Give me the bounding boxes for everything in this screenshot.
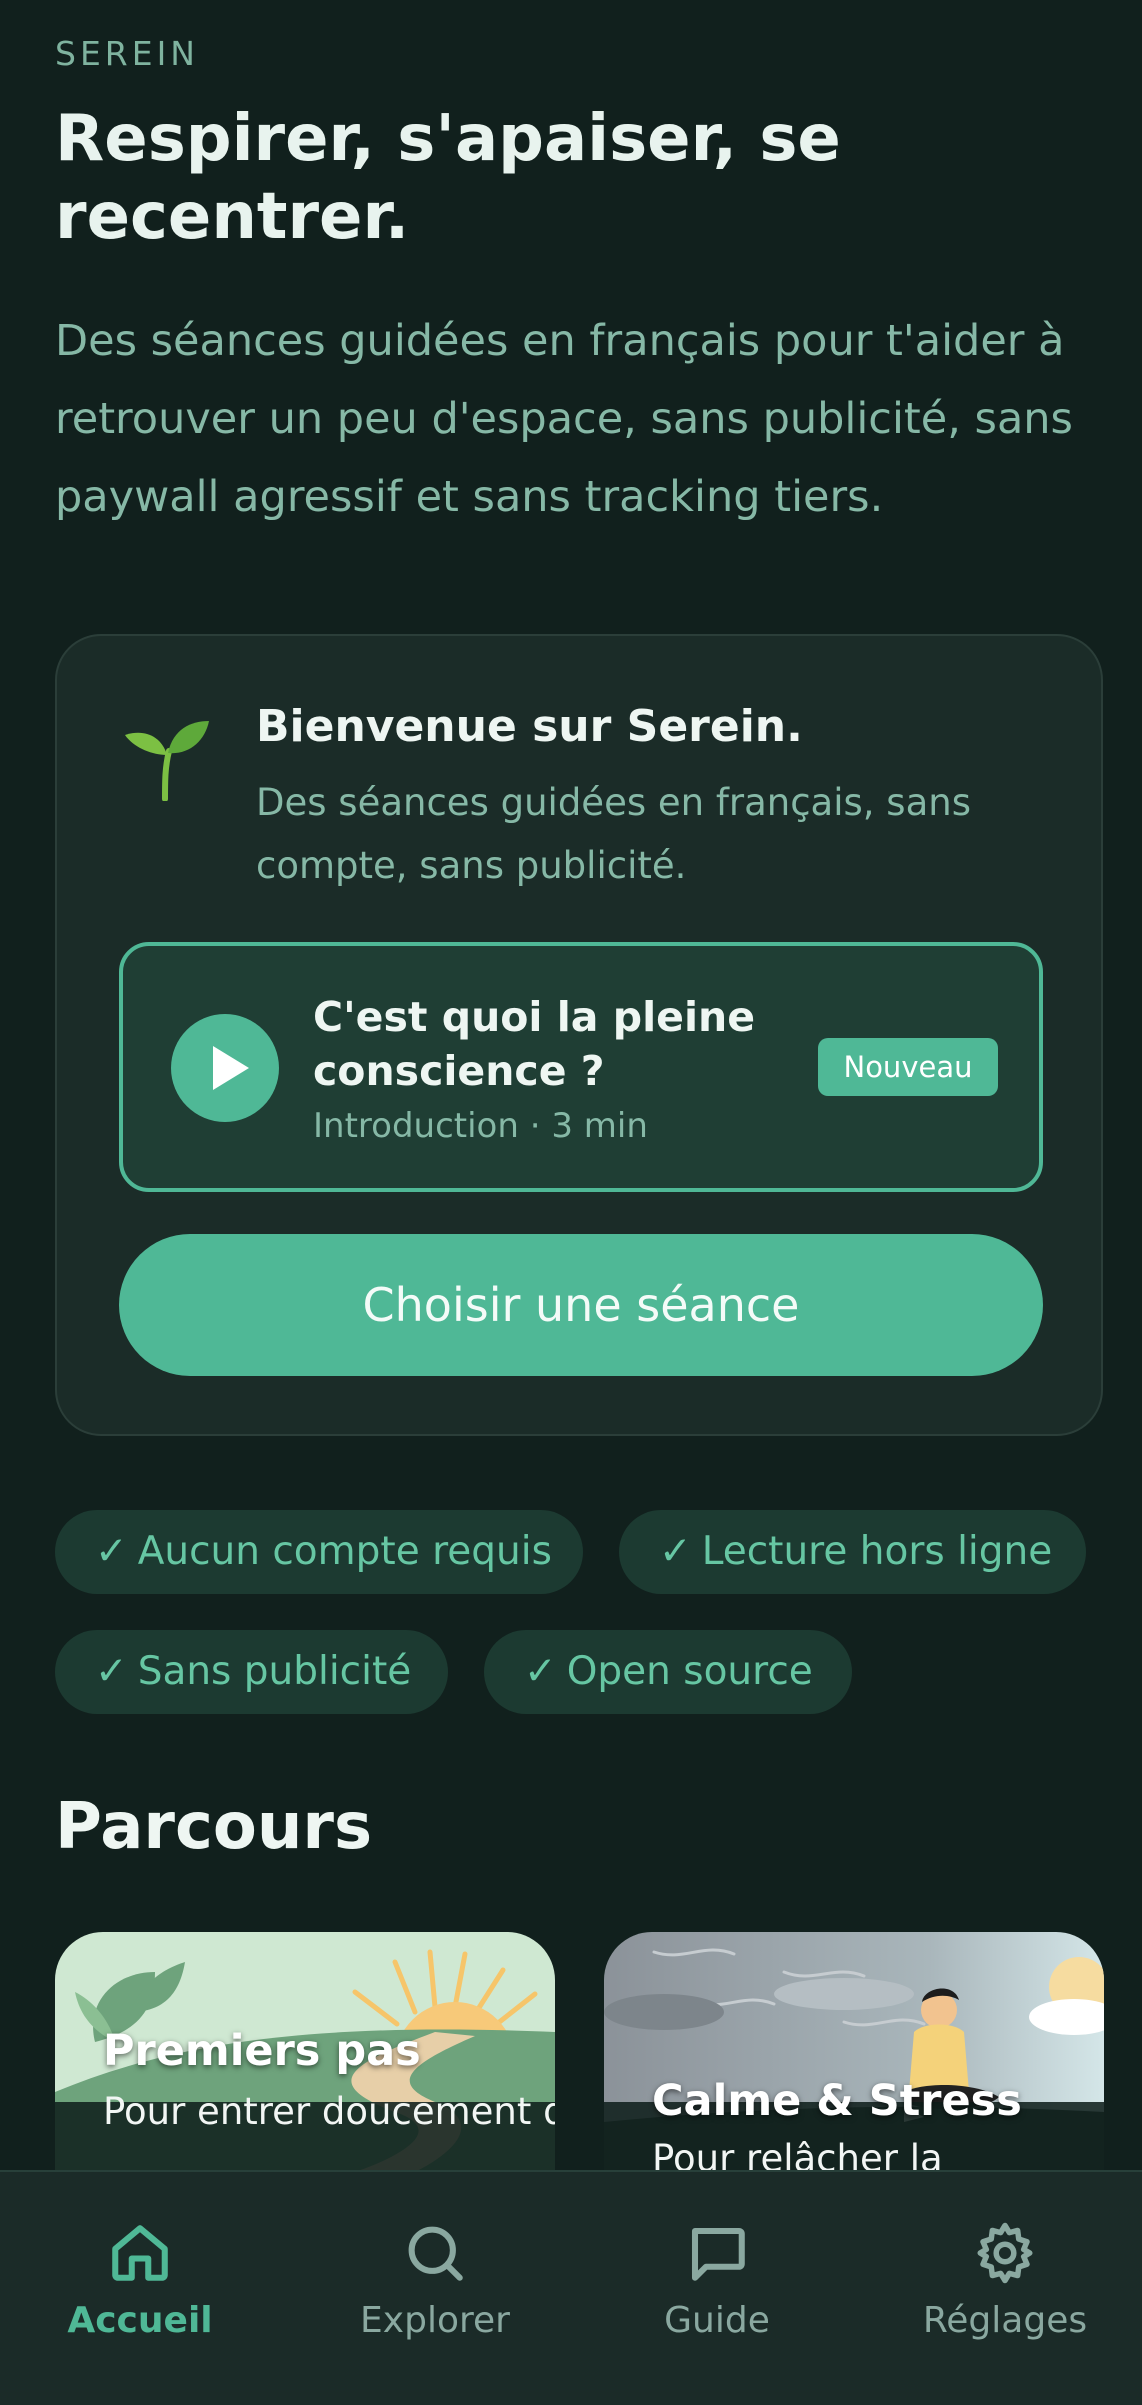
nav-label: Réglages — [922, 2300, 1088, 2341]
check-icon: ✓ — [95, 1649, 128, 1694]
feature-chip-offline: ✓ Lecture hors ligne — [619, 1510, 1086, 1594]
nav-item-accueil[interactable]: Accueil — [40, 2172, 240, 2405]
course-card-calme-stress[interactable]: Calme & Stress Pour relâcher la — [604, 1932, 1104, 2172]
check-icon: ✓ — [524, 1649, 557, 1694]
nav-label: Explorer — [360, 2300, 510, 2341]
bottom-navigation: Accueil Explorer Guide Réglages — [0, 2170, 1142, 2405]
feature-chip-label: Aucun compte requis — [137, 1529, 552, 1574]
courses-section-title: Parcours — [55, 1790, 373, 1864]
page-headline: Respirer, s'apaiser, se recentrer. — [55, 102, 841, 254]
welcome-description: Des séances guidées en français, sans co… — [256, 781, 971, 887]
gear-icon — [977, 2222, 1033, 2284]
nav-item-reglages[interactable]: Réglages — [905, 2172, 1105, 2405]
course-description: Pour entrer doucement dans la — [103, 2090, 555, 2133]
session-meta: Introduction · 3 min — [313, 1106, 648, 1146]
check-icon: ✓ — [659, 1529, 692, 1574]
feature-chip-label: Sans publicité — [137, 1649, 412, 1694]
feature-chip-open-source: ✓ Open source — [484, 1630, 852, 1714]
chat-icon — [691, 2227, 745, 2281]
search-icon — [408, 2226, 463, 2281]
brand-label: SEREIN — [55, 34, 199, 73]
feature-chip-no-account: ✓ Aucun compte requis — [55, 1510, 583, 1594]
feature-chip-no-ads: ✓ Sans publicité — [55, 1630, 448, 1714]
welcome-title: Bienvenue sur Serein. — [256, 701, 803, 752]
intro-text: Des séances guidées en français pour t'a… — [55, 316, 1073, 522]
play-icon — [213, 1046, 249, 1090]
nav-item-guide[interactable]: Guide — [617, 2172, 817, 2405]
course-card-premiers-pas[interactable]: Premiers pas Pour entrer doucement dans … — [55, 1932, 555, 2172]
course-title: Premiers pas — [103, 2026, 421, 2076]
course-title: Calme & Stress — [652, 2076, 1022, 2126]
nav-label: Guide — [664, 2300, 770, 2341]
feature-chip-label: Open source — [566, 1649, 813, 1694]
nav-item-explorer[interactable]: Explorer — [335, 2172, 535, 2405]
session-title: C'est quoi la pleine conscience ? — [313, 993, 756, 1095]
featured-session-card[interactable]: C'est quoi la pleine conscience ? Introd… — [119, 942, 1043, 1192]
feature-chip-label: Lecture hors ligne — [701, 1529, 1053, 1574]
nav-label: Accueil — [67, 2300, 213, 2341]
choose-session-button[interactable]: Choisir une séance — [119, 1234, 1043, 1376]
sprout-icon — [125, 721, 209, 801]
new-badge: Nouveau — [818, 1038, 998, 1096]
welcome-card: Bienvenue sur Serein. Des séances guidée… — [55, 634, 1103, 1436]
home-icon — [112, 2225, 168, 2281]
check-icon: ✓ — [95, 1529, 128, 1574]
course-description: Pour relâcher la — [652, 2137, 943, 2172]
play-button[interactable] — [171, 1014, 279, 1122]
